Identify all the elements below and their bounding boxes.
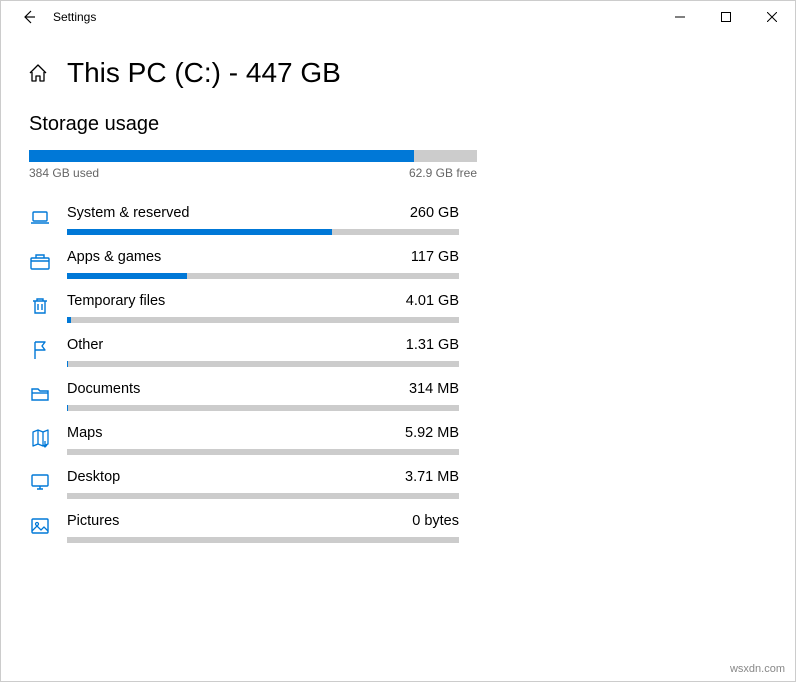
content: This PC (C:) - 447 GB Storage usage 384 …	[1, 57, 795, 550]
titlebar: Settings	[1, 1, 795, 33]
category-bar	[67, 537, 459, 543]
close-icon	[767, 12, 777, 22]
category-size: 3.71 MB	[405, 469, 459, 485]
desktop-icon	[29, 471, 51, 493]
close-button[interactable]	[749, 1, 795, 33]
category-name: Desktop	[67, 469, 120, 485]
category-body: Desktop 3.71 MB	[67, 469, 459, 499]
category-row[interactable]: Pictures 0 bytes	[29, 506, 769, 550]
minimize-icon	[675, 12, 685, 22]
section-title: Storage usage	[29, 113, 769, 136]
category-name: Apps & games	[67, 249, 161, 265]
category-name: Documents	[67, 381, 140, 397]
category-body: System & reserved 260 GB	[67, 205, 459, 235]
category-bar	[67, 493, 459, 499]
overall-usage-fill	[29, 150, 414, 162]
pictures-icon	[29, 515, 51, 537]
category-bar-fill	[67, 273, 187, 279]
maximize-button[interactable]	[703, 1, 749, 33]
category-bar	[67, 449, 459, 455]
page-title: This PC (C:) - 447 GB	[67, 57, 341, 89]
category-bar	[67, 317, 459, 323]
category-size: 1.31 GB	[406, 337, 459, 353]
category-bar	[67, 229, 459, 235]
category-row[interactable]: Documents 314 MB	[29, 374, 769, 418]
category-body: Pictures 0 bytes	[67, 513, 459, 543]
category-bar-fill	[67, 229, 332, 235]
category-size: 314 MB	[409, 381, 459, 397]
free-label: 62.9 GB free	[409, 166, 477, 180]
category-row[interactable]: System & reserved 260 GB	[29, 198, 769, 242]
trash-icon	[29, 295, 51, 317]
folder-icon	[29, 383, 51, 405]
category-list: System & reserved 260 GB Apps & games 117 G…	[29, 198, 769, 550]
category-size: 5.92 MB	[405, 425, 459, 441]
watermark: wsxdn.com	[730, 663, 785, 675]
category-bar	[67, 405, 459, 411]
flag-icon	[29, 339, 51, 361]
category-row[interactable]: Apps & games 117 GB	[29, 242, 769, 286]
category-name: Pictures	[67, 513, 119, 529]
window-controls	[657, 1, 795, 33]
laptop-icon	[29, 207, 51, 229]
category-body: Other 1.31 GB	[67, 337, 459, 367]
category-bar-fill	[67, 361, 68, 367]
category-row[interactable]: Temporary files 4.01 GB	[29, 286, 769, 330]
minimize-button[interactable]	[657, 1, 703, 33]
back-button[interactable]	[9, 1, 49, 33]
used-label: 384 GB used	[29, 166, 99, 180]
category-name: System & reserved	[67, 205, 190, 221]
category-name: Other	[67, 337, 103, 353]
overall-usage-bar	[29, 150, 477, 162]
maximize-icon	[721, 12, 731, 22]
category-size: 260 GB	[410, 205, 459, 221]
home-icon[interactable]	[27, 62, 49, 84]
category-body: Maps 5.92 MB	[67, 425, 459, 455]
category-size: 4.01 GB	[406, 293, 459, 309]
window-title: Settings	[53, 10, 96, 24]
category-bar	[67, 273, 459, 279]
back-arrow-icon	[21, 9, 37, 25]
category-row[interactable]: Desktop 3.71 MB	[29, 462, 769, 506]
category-name: Temporary files	[67, 293, 165, 309]
category-size: 117 GB	[411, 249, 459, 265]
apps-icon	[29, 251, 51, 273]
category-body: Apps & games 117 GB	[67, 249, 459, 279]
category-size: 0 bytes	[412, 513, 459, 529]
page-header: This PC (C:) - 447 GB	[27, 57, 769, 89]
category-bar-fill	[67, 317, 71, 323]
category-name: Maps	[67, 425, 102, 441]
category-bar	[67, 361, 459, 367]
category-row[interactable]: Other 1.31 GB	[29, 330, 769, 374]
category-body: Temporary files 4.01 GB	[67, 293, 459, 323]
overall-usage: 384 GB used 62.9 GB free	[29, 150, 477, 180]
category-body: Documents 314 MB	[67, 381, 459, 411]
map-icon	[29, 427, 51, 449]
category-row[interactable]: Maps 5.92 MB	[29, 418, 769, 462]
